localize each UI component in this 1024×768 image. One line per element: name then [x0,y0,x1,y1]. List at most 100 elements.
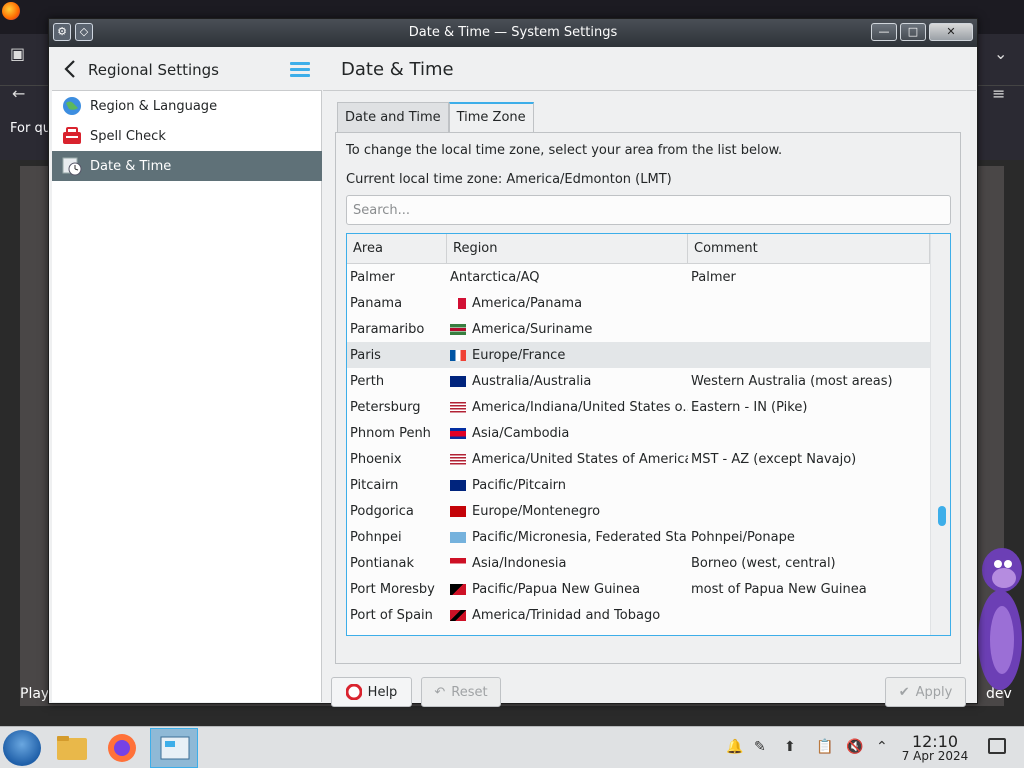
taskbar-firefox[interactable] [98,728,146,768]
tab-bar: Date and Time Time Zone [337,102,534,132]
firefox-page-snippet: For qu [10,121,51,136]
table-row[interactable]: Port Moresby Pacific/Papua New Guinea most… [347,576,930,602]
cell-region: America/United States of America [447,452,688,467]
cell-region: Australia/Australia [447,374,688,389]
table-row[interactable]: Podgorica Europe/Montenegro [347,498,930,524]
help-button[interactable]: Help [331,677,412,707]
table-row[interactable]: Panama America/Panama [347,290,930,316]
time-zone-panel: To change the local time zone, select yo… [335,132,961,664]
notifications-icon[interactable]: 🔔 [726,739,743,755]
firefox-back-icon[interactable]: ← [12,84,25,103]
cell-region: Europe/France [447,348,688,363]
table-row[interactable]: Palmer Antarctica/AQ Palmer [347,264,930,290]
region-text: America/United States of America [472,451,688,467]
hamburger-menu-icon[interactable] [290,62,310,78]
reset-button[interactable]: ↶ Reset [421,677,501,707]
current-zone-text: Current local time zone: America/Edmonto… [346,172,672,187]
show-desktop-icon[interactable] [988,738,1006,754]
flag-icon [450,583,466,595]
cell-comment: Pohnpei/Ponape [691,529,795,545]
tab-date-and-time[interactable]: Date and Time [337,102,449,132]
region-text: Europe/France [472,347,566,363]
table-row[interactable]: Pohnpei Pacific/Micronesia, Federated Sta… [347,524,930,550]
table-row[interactable]: Port of Spain America/Trinidad and Tobago [347,602,930,628]
clock-date[interactable]: 7 Apr 2024 [896,749,974,763]
clipboard-tool-icon[interactable]: ✎ [754,739,766,755]
minimize-button[interactable]: — [871,23,897,41]
help-button-label: Help [367,684,398,700]
region-text: America/Trinidad and Tobago [472,607,661,623]
table-row[interactable]: Phoenix America/United States of America M… [347,446,930,472]
taskbar-system-settings[interactable] [150,728,198,768]
table-row[interactable]: Phnom Penh Asia/Cambodia [347,420,930,446]
firefox-menu-icon[interactable]: ≡ [992,84,1005,103]
sidebar-item-spell-check[interactable]: Spell Check [52,121,322,151]
taskbar: 🔔 ✎ ⬆ 📋 🔇 ⌃ 12:10 7 Apr 2024 [0,726,1024,768]
table-row[interactable]: Pitcairn Pacific/Pitcairn [347,472,930,498]
timezone-table: Area Region Comment Palmer Antarctica/AQ P… [346,233,951,636]
table-row[interactable]: Perth Australia/Australia Western Australi… [347,368,930,394]
scrollbar-thumb[interactable] [938,506,946,526]
updates-icon[interactable]: ⬆ [784,739,796,755]
flag-icon [450,479,466,491]
cell-area: Port Moresby [350,581,435,597]
region-text: Antarctica/AQ [450,269,540,285]
flag-icon [450,531,466,543]
region-text: Asia/Indonesia [472,555,567,571]
flag-icon [450,349,466,361]
cell-area: Panama [350,295,403,311]
apply-button[interactable]: ✔ Apply [885,677,966,707]
cell-region: Asia/Cambodia [447,426,688,441]
reset-icon: ↶ [434,684,446,700]
globe-icon [63,97,81,115]
region-text: Pacific/Papua New Guinea [472,581,641,597]
volume-muted-icon[interactable]: 🔇 [846,739,863,755]
table-row[interactable]: Petersburg America/Indiana/United States … [347,394,930,420]
firefox-tab-icon[interactable]: ▣ [10,44,25,63]
cell-comment: MST - AZ (except Navajo) [691,451,857,467]
cell-region: America/Trinidad and Tobago [447,608,688,623]
back-arrow-icon[interactable] [62,59,78,79]
start-menu-icon[interactable] [3,730,41,766]
cell-region: Pacific/Papua New Guinea [447,582,688,597]
sidebar: Regional Settings Region & Language Spel… [52,47,322,702]
table-body: Palmer Antarctica/AQ Palmer Panama America/P… [347,264,930,635]
background-text-left: Play [20,686,50,702]
sidebar-item-region-language[interactable]: Region & Language [52,91,322,121]
sidebar-item-date-time[interactable]: Date & Time [52,151,322,181]
cell-comment: most of Papua New Guinea [691,581,867,597]
help-icon [345,684,362,700]
firefox-icon [108,734,136,762]
column-header-area[interactable]: Area [347,234,447,264]
instruction-text: To change the local time zone, select yo… [346,143,783,158]
clipboard-icon[interactable]: 📋 [816,739,833,755]
sidebar-item-label: Region & Language [90,98,218,114]
cell-comment: Western Australia (most areas) [691,373,893,389]
cell-area: Paris [350,347,381,363]
cell-region: America/Suriname [447,322,688,337]
cell-area: Pohnpei [350,529,402,545]
chevron-up-icon[interactable]: ⌃ [876,739,888,755]
folder-icon [57,736,87,760]
column-header-comment[interactable]: Comment [688,234,930,264]
firefox-chevron-icon[interactable]: ⌄ [994,44,1007,63]
titlebar[interactable]: ⚙ ◇ Date & Time — System Settings — □ ✕ [49,19,977,47]
vertical-scrollbar[interactable] [930,234,950,635]
table-row[interactable]: Paris Europe/France [347,342,930,368]
cell-comment: Borneo (west, central) [691,555,836,571]
taskbar-file-manager[interactable] [48,728,96,768]
region-text: Europe/Montenegro [472,503,601,519]
region-text: America/Indiana/United States o... [472,399,688,415]
close-button[interactable]: ✕ [929,23,973,41]
cell-area: Petersburg [350,399,421,415]
apply-button-label: Apply [915,684,953,700]
column-header-region[interactable]: Region [447,234,688,264]
flag-icon [450,401,466,413]
flag-icon [450,323,466,335]
maximize-button[interactable]: □ [900,23,926,41]
cell-region: Pacific/Pitcairn [447,478,688,493]
table-row[interactable]: Paramaribo America/Suriname [347,316,930,342]
tab-time-zone[interactable]: Time Zone [448,102,534,132]
search-input[interactable] [346,195,951,225]
table-row[interactable]: Pontianak Asia/Indonesia Borneo (west, cen… [347,550,930,576]
